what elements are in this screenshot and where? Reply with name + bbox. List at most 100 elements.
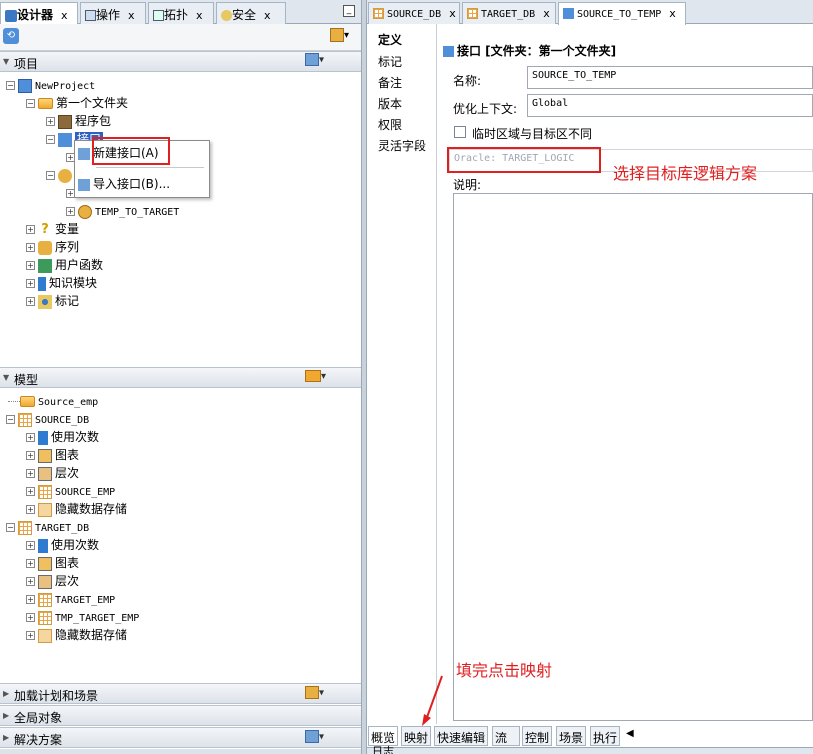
tab-control[interactable]: 控制 xyxy=(522,726,553,746)
tree-item-hidden-store-2[interactable]: + 隐藏数据存储 xyxy=(26,626,127,644)
expand-icon[interactable]: + xyxy=(26,595,35,604)
context-select[interactable]: Global xyxy=(527,94,813,117)
tree-item-hidden-store[interactable]: + 隐藏数据存储 xyxy=(26,500,127,518)
tab-execution[interactable]: 执行 xyxy=(590,726,621,746)
tree-item-temp-to-target[interactable]: + TEMP_TO_TARGET xyxy=(66,202,179,220)
expand-icon[interactable]: + xyxy=(26,559,35,568)
tree-item-diagram[interactable]: + 图表 xyxy=(26,446,79,464)
tree-item-source-emp-table[interactable]: + SOURCE_EMP xyxy=(26,482,115,500)
tree-item-sub2[interactable]: − xyxy=(46,166,75,184)
tree-item-source-db[interactable]: − SOURCE_DB xyxy=(6,410,89,428)
tab-scenarios[interactable]: 场景 xyxy=(556,726,587,746)
solutions-options-icon[interactable]: ▾ xyxy=(305,730,327,744)
load-plans-options-icon[interactable]: ▾ xyxy=(305,686,327,700)
minimize-icon[interactable]: _ xyxy=(343,5,355,17)
expand-icon[interactable]: + xyxy=(26,631,35,640)
expand-icon[interactable]: ▶ xyxy=(3,711,9,720)
expand-icon[interactable]: + xyxy=(26,469,35,478)
collapse-icon[interactable]: ▼ xyxy=(3,57,9,66)
collapse-icon[interactable]: − xyxy=(26,99,35,108)
tree-item-knowledge-modules[interactable]: + 知识模块 xyxy=(26,274,97,292)
tab-quick-edit[interactable]: 快速编辑 xyxy=(434,726,489,746)
nav-markers[interactable]: 标记 xyxy=(378,53,402,70)
nav-privileges[interactable]: 权限 xyxy=(378,116,402,133)
expand-icon[interactable]: + xyxy=(26,451,35,460)
tree-item-markers[interactable]: + 标记 xyxy=(26,292,79,310)
tab-flow[interactable]: 流 xyxy=(492,726,520,746)
tab-designer[interactable]: 设计器 x xyxy=(0,2,78,25)
tree-item-usage[interactable]: + 使用次数 xyxy=(26,428,99,446)
connect-icon[interactable]: ⟲ xyxy=(3,28,19,44)
collapse-icon[interactable]: − xyxy=(46,171,55,180)
expand-icon[interactable]: + xyxy=(26,279,35,288)
tab-security[interactable]: 安全 x xyxy=(216,2,286,24)
tab-target-db[interactable]: TARGET_DB x xyxy=(462,2,556,24)
close-icon[interactable]: x xyxy=(669,7,676,20)
tab-source-to-temp[interactable]: SOURCE_TO_TEMP x xyxy=(558,2,686,25)
tree-item-hierarchy[interactable]: + 层次 xyxy=(26,464,79,482)
expand-icon[interactable]: + xyxy=(46,117,55,126)
expand-icon[interactable]: + xyxy=(26,225,35,234)
tree-item-user-functions[interactable]: + 用户函数 xyxy=(26,256,103,274)
tree-item-target-emp[interactable]: + TARGET_EMP xyxy=(26,590,115,608)
tab-topology[interactable]: 拓扑 x xyxy=(148,2,214,24)
tree-item-diagram-2[interactable]: + 图表 xyxy=(26,554,79,572)
name-field[interactable]: SOURCE_TO_TEMP xyxy=(527,66,813,89)
expand-icon[interactable]: + xyxy=(26,243,35,252)
diagram-icon xyxy=(38,448,52,463)
project-options-icon[interactable]: ▾ xyxy=(305,53,327,67)
tab-scroll-left-icon[interactable]: ◀ xyxy=(626,728,634,739)
tree-item-hierarchy-2[interactable]: + 层次 xyxy=(26,572,79,590)
expand-icon[interactable]: + xyxy=(26,541,35,550)
tab-source-db[interactable]: SOURCE_DB x xyxy=(368,2,460,24)
expand-icon[interactable]: + xyxy=(26,613,35,622)
tree-item-newproject[interactable]: − NewProject xyxy=(6,76,95,94)
close-icon[interactable]: x xyxy=(543,7,550,20)
hierarchy-icon xyxy=(38,466,52,481)
close-icon[interactable]: x xyxy=(449,7,456,20)
close-icon[interactable]: x xyxy=(196,9,203,22)
tab-operation[interactable]: 操作 x xyxy=(80,2,146,24)
staging-checkbox[interactable] xyxy=(454,126,466,138)
close-icon[interactable]: x xyxy=(61,9,68,22)
model-options-icon[interactable]: ▾ xyxy=(305,370,327,384)
navigator-menu-icon[interactable]: ▾ xyxy=(330,28,354,44)
nav-flex-fields[interactable]: 灵活字段 xyxy=(378,137,426,154)
close-icon[interactable]: x xyxy=(264,9,271,22)
staging-checkbox-label: 临时区域与目标区不同 xyxy=(472,127,593,141)
context-menu-import-interface[interactable]: 导入接口(B)... xyxy=(78,175,206,193)
log-tab[interactable]: 日志 xyxy=(372,745,394,754)
expand-icon[interactable]: + xyxy=(26,261,35,270)
close-icon[interactable]: x xyxy=(128,9,135,22)
collapse-icon[interactable]: − xyxy=(6,523,15,532)
expand-icon[interactable]: ▶ xyxy=(3,733,9,742)
collapse-icon[interactable]: − xyxy=(6,81,15,90)
tree-item-packages[interactable]: + 程序包 xyxy=(46,112,111,130)
description-area[interactable] xyxy=(453,193,813,721)
tree-item-usage-2[interactable]: + 使用次数 xyxy=(26,536,99,554)
expand-icon[interactable]: + xyxy=(26,505,35,514)
expand-icon[interactable]: ▶ xyxy=(3,689,9,698)
nav-memo[interactable]: 备注 xyxy=(378,74,402,91)
expand-icon[interactable]: + xyxy=(26,487,35,496)
tree-item-folder[interactable]: − 第一个文件夹 xyxy=(26,94,128,112)
tab-mapping[interactable]: 映射 xyxy=(401,726,432,746)
tree-item-tmp-target-emp[interactable]: + TMP_TARGET_EMP xyxy=(26,608,139,626)
tree-item-source-emp-folder[interactable]: Source_emp xyxy=(8,392,98,410)
tree-item-sequences[interactable]: + 序列 xyxy=(26,238,79,256)
global-objects-section[interactable]: ▶ 全局对象 xyxy=(0,705,361,726)
expand-icon[interactable]: + xyxy=(26,433,35,442)
nav-definition[interactable]: 定义 xyxy=(378,31,402,48)
nav-version[interactable]: 版本 xyxy=(378,95,402,112)
tab-overview[interactable]: 概览 xyxy=(368,726,399,746)
collapse-icon[interactable]: − xyxy=(6,415,15,424)
interface-icon xyxy=(563,8,574,19)
menu-separator xyxy=(96,167,204,168)
expand-icon[interactable]: + xyxy=(66,207,75,216)
expand-icon[interactable]: + xyxy=(26,297,35,306)
collapse-icon[interactable]: − xyxy=(46,135,55,144)
tree-item-variables[interactable]: +? 变量 xyxy=(26,220,79,238)
collapse-icon[interactable]: ▼ xyxy=(3,373,9,382)
expand-icon[interactable]: + xyxy=(26,577,35,586)
tree-item-target-db[interactable]: − TARGET_DB xyxy=(6,518,89,536)
